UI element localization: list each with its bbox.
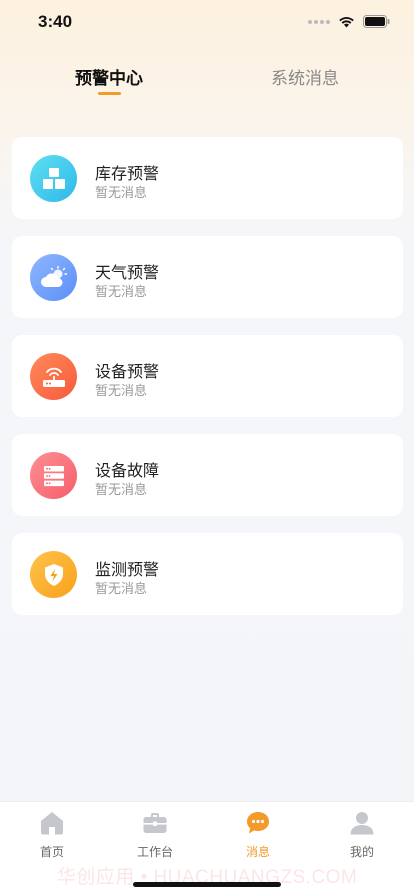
- card-title: 设备故障: [95, 461, 160, 480]
- tabbar-item-workbench[interactable]: 工作台: [115, 810, 195, 860]
- chat-bubble-icon: [247, 812, 269, 834]
- shield-lightning-icon: [30, 551, 77, 598]
- alert-card-weather[interactable]: 天气预警 暂无消息: [12, 236, 403, 318]
- card-title: 监测预警: [95, 560, 160, 579]
- tabbar-label: 首页: [39, 845, 64, 859]
- tabbar-item-profile[interactable]: 我的: [322, 810, 402, 860]
- cellular-signal-icon: [308, 19, 330, 24]
- weather-cloud-sun-icon: [30, 254, 77, 301]
- tab-alert-center[interactable]: 预警中心: [39, 64, 179, 89]
- card-subtitle: 暂无消息: [95, 483, 148, 498]
- card-title: 天气预警: [95, 263, 160, 282]
- home-icon: [41, 812, 63, 835]
- alert-card-monitoring[interactable]: 监测预警 暂无消息: [12, 533, 403, 615]
- server-fault-icon: [30, 452, 77, 499]
- alert-card-list: 库存预警 暂无消息 天气预警 暂无消息 设备预警 暂无消息 设备故障 暂无消息 …: [12, 137, 403, 632]
- card-subtitle: 暂无消息: [95, 384, 148, 399]
- battery-icon: [363, 15, 390, 28]
- active-tab-indicator: [98, 92, 121, 95]
- tabbar-label: 消息: [245, 845, 270, 859]
- briefcase-icon: [143, 813, 167, 833]
- card-title: 设备预警: [95, 362, 160, 381]
- tabbar-label: 我的: [349, 845, 374, 859]
- card-title: 库存预警: [95, 164, 160, 183]
- tabbar-label: 工作台: [136, 845, 173, 859]
- tabbar-item-home[interactable]: 首页: [12, 810, 92, 860]
- tabbar-item-messages[interactable]: 消息: [218, 810, 298, 860]
- card-subtitle: 暂无消息: [95, 186, 148, 201]
- status-time: 3:40: [38, 12, 73, 31]
- tab-system-messages[interactable]: 系统消息: [235, 64, 375, 89]
- top-tabs: 预警中心 系统消息: [0, 58, 414, 104]
- inventory-boxes-icon: [30, 155, 77, 202]
- card-subtitle: 暂无消息: [95, 285, 148, 300]
- alert-card-inventory[interactable]: 库存预警 暂无消息: [12, 137, 403, 219]
- status-icons: [308, 15, 390, 28]
- alert-card-device[interactable]: 设备预警 暂无消息: [12, 335, 403, 417]
- status-bar: 3:40: [0, 0, 414, 46]
- card-subtitle: 暂无消息: [95, 582, 148, 597]
- wifi-icon: [339, 16, 354, 27]
- home-indicator: [133, 882, 281, 887]
- router-device-icon: [30, 353, 77, 400]
- user-icon: [350, 812, 374, 835]
- alert-card-fault[interactable]: 设备故障 暂无消息: [12, 434, 403, 516]
